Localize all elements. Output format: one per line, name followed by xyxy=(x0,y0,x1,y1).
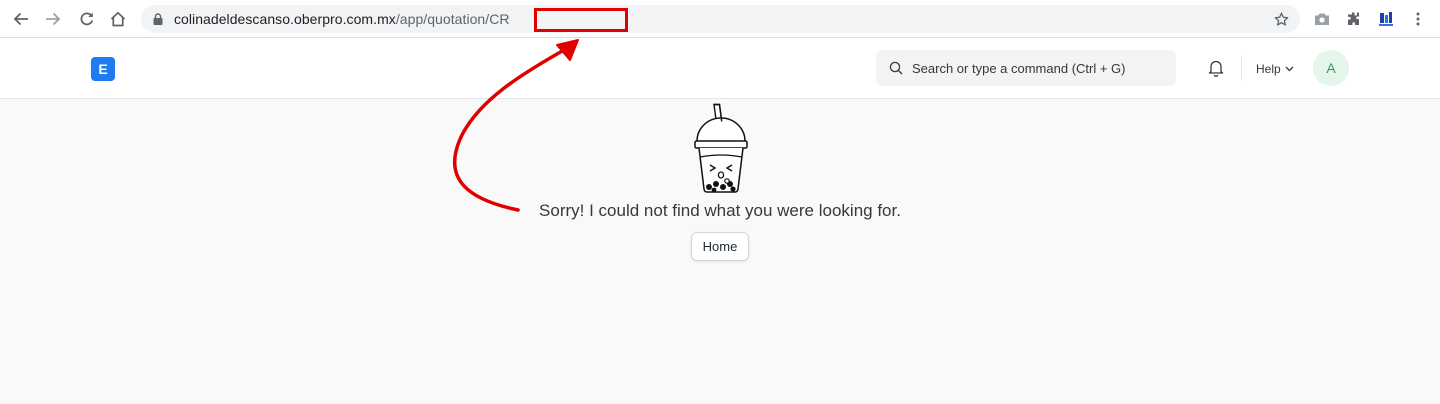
home-icon xyxy=(110,11,126,27)
help-label: Help xyxy=(1256,62,1281,76)
forward-icon xyxy=(46,12,61,26)
app-navbar: E Help A xyxy=(0,38,1440,99)
bell-icon xyxy=(1208,60,1224,77)
search-icon xyxy=(889,61,903,75)
back-button[interactable] xyxy=(9,7,33,31)
help-dropdown[interactable]: Help xyxy=(1256,60,1294,78)
annotation-highlight-box xyxy=(534,8,628,32)
reload-button[interactable] xyxy=(75,7,99,31)
star-icon xyxy=(1274,12,1288,26)
browser-menu-button[interactable] xyxy=(1406,7,1430,31)
browser-toolbar: colinadeldescanso.oberpro.com.mx/app/quo… xyxy=(0,0,1440,38)
logo-letter: E xyxy=(98,61,108,77)
search-input[interactable] xyxy=(910,50,1170,86)
address-bar[interactable]: colinadeldescanso.oberpro.com.mx/app/quo… xyxy=(141,5,1300,33)
extensions-icon xyxy=(1348,12,1359,25)
app-logo[interactable]: E xyxy=(91,57,115,81)
app-extension-button[interactable] xyxy=(1374,7,1398,31)
url-text: colinadeldescanso.oberpro.com.mx/app/quo… xyxy=(174,11,510,27)
forward-button[interactable] xyxy=(41,7,65,31)
boba-tea-illustration xyxy=(694,103,748,193)
avatar-initial: A xyxy=(1326,60,1336,76)
back-icon xyxy=(13,12,28,26)
not-found-message: Sorry! I could not find what you were lo… xyxy=(539,201,901,220)
navbar-divider xyxy=(1241,55,1242,81)
url-path: /app/quotation/CR xyxy=(395,11,510,27)
awesomebar[interactable] xyxy=(876,50,1176,86)
reload-icon xyxy=(80,12,94,26)
extension-app-icon xyxy=(1378,11,1394,27)
avatar[interactable]: A xyxy=(1313,50,1349,86)
home-button[interactable]: Home xyxy=(691,232,749,261)
url-domain: colinadeldescanso.oberpro.com.mx xyxy=(174,11,396,27)
extensions-button[interactable] xyxy=(1342,7,1366,31)
screenshot-extension-button[interactable] xyxy=(1310,7,1334,31)
page-content: Sorry! I could not find what you were lo… xyxy=(0,99,1440,404)
bookmark-star-button[interactable] xyxy=(1270,8,1292,30)
lock-icon xyxy=(153,13,163,25)
chevron-down-icon xyxy=(1285,66,1294,72)
notifications-button[interactable] xyxy=(1206,58,1226,78)
menu-icon xyxy=(1416,12,1420,26)
home-button-browser[interactable] xyxy=(106,7,130,31)
camera-icon xyxy=(1315,13,1329,25)
